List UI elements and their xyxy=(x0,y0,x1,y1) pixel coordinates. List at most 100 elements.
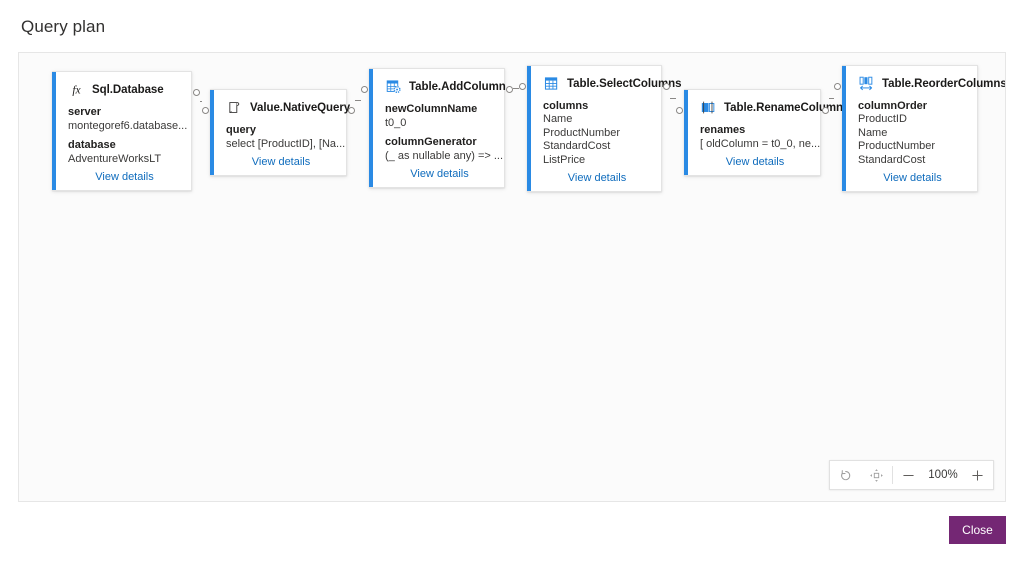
query-document-icon xyxy=(229,102,240,113)
dialog-footer: Close xyxy=(0,506,1024,563)
plan-node-table-reordercolumns[interactable]: Table.ReorderColumns columnOrder ProductID… xyxy=(842,65,1005,192)
parameter-value: (_ as nullable any) => ... xyxy=(385,150,504,162)
node-title: Table.AddColumn xyxy=(409,80,506,93)
node-accent-bar xyxy=(527,66,531,191)
parameter-list-item: ProductNumber xyxy=(543,126,621,139)
node-input-port[interactable] xyxy=(361,85,368,93)
parameter-list-item: ProductNumber xyxy=(858,140,936,152)
parameter-value: select [ProductID], [Na... xyxy=(226,138,346,150)
zoom-out-button[interactable] xyxy=(893,461,924,489)
plus-icon xyxy=(972,469,983,481)
view-details-link[interactable]: View details xyxy=(543,172,651,184)
parameter-list-item: ListPrice xyxy=(543,153,586,166)
node-title: Value.NativeQuery xyxy=(250,101,351,114)
parameter-name: columnGenerator xyxy=(385,136,477,148)
node-accent-bar xyxy=(52,72,56,190)
parameter-name: database xyxy=(68,139,116,151)
node-input-port[interactable] xyxy=(834,82,841,90)
node-header: fx Sql.Database xyxy=(68,81,181,98)
fit-to-screen-button[interactable] xyxy=(861,461,892,489)
parameter-name: renames xyxy=(700,124,746,136)
node-parameter: columnGenerator (_ as nullable any) => ..… xyxy=(385,135,504,163)
node-title: Table.ReorderColumns xyxy=(882,77,1006,90)
node-body: Value.NativeQuery query select [ProductID]… xyxy=(210,90,350,175)
reset-view-button[interactable] xyxy=(830,461,861,489)
node-header: Table.AddColumn xyxy=(385,78,506,95)
node-title: Table.RenameColumns xyxy=(724,101,850,114)
node-parameter: newColumnName t0_0 xyxy=(385,102,494,130)
table-rename-columns-icon xyxy=(701,101,715,114)
parameter-name: newColumnName xyxy=(385,103,478,115)
node-parameter: renames [ oldColumn = t0_0, ne... xyxy=(700,123,821,151)
fx-icon: fx xyxy=(72,84,80,96)
parameter-name: query xyxy=(226,124,256,136)
view-details-link[interactable]: View details xyxy=(700,156,810,168)
parameter-name: server xyxy=(68,106,102,118)
reset-arrow-icon xyxy=(841,469,851,480)
plan-node-table-selectcolumns[interactable]: Table.SelectColumns columns Name ProductNum… xyxy=(527,65,682,192)
table-reorder-columns-icon xyxy=(859,76,873,91)
plan-edge xyxy=(355,100,361,101)
node-parameter: server montegoref6.database... xyxy=(68,105,188,133)
parameter-value: AdventureWorksLT xyxy=(68,153,162,165)
page-title: Query plan xyxy=(21,17,106,36)
plan-edge xyxy=(513,88,519,89)
zoom-in-button[interactable] xyxy=(962,461,993,489)
minus-icon xyxy=(903,474,914,476)
zoom-level-label: 100% xyxy=(928,469,958,481)
plan-node-value-nativequery[interactable]: Value.NativeQuery query select [ProductID]… xyxy=(210,89,350,176)
parameter-value: [ oldColumn = t0_0, ne... xyxy=(700,138,821,150)
node-body: Table.ReorderColumns columnOrder ProductID… xyxy=(842,66,1005,191)
zoom-toolbar-view-group xyxy=(830,461,892,489)
parameter-list-item: Name xyxy=(543,113,573,125)
node-body: Table.SelectColumns columns Name ProductNum… xyxy=(527,66,682,191)
plan-edge xyxy=(670,98,676,99)
node-body: Table.RenameColumns renames [ oldColumn = … xyxy=(684,90,849,175)
node-output-port[interactable] xyxy=(663,82,670,90)
node-output-port[interactable] xyxy=(822,106,829,114)
view-details-link[interactable]: View details xyxy=(68,171,181,183)
parameter-list-item: StandardCost xyxy=(543,140,611,152)
zoom-toolbar: 100% xyxy=(829,460,994,490)
svg-text:fx: fx xyxy=(72,84,80,96)
node-output-port[interactable] xyxy=(193,88,200,96)
node-body: fx Sql.Database server montegoref6.database… xyxy=(52,72,191,190)
plan-node-table-addcolumn[interactable]: Table.AddColumn newColumnName t0_0 columnGe… xyxy=(369,68,506,188)
plan-node-sql-database[interactable]: fx Sql.Database server montegoref6.database… xyxy=(52,71,192,191)
node-input-port[interactable] xyxy=(676,106,683,114)
node-output-port[interactable] xyxy=(348,106,355,114)
parameter-list-item: Name xyxy=(858,126,888,139)
parameter-value: t0_0 xyxy=(385,117,407,129)
parameter-list-item: StandardCost xyxy=(858,153,926,166)
view-details-link[interactable]: View details xyxy=(226,156,336,168)
node-parameter-list: columnOrder ProductID Name ProductNumber Sta… xyxy=(858,99,967,167)
node-header: Value.NativeQuery xyxy=(226,99,350,116)
fit-to-screen-icon xyxy=(870,468,883,482)
view-details-link[interactable]: View details xyxy=(858,172,967,184)
table-grid-icon xyxy=(544,77,558,90)
table-add-column-icon xyxy=(386,80,401,94)
parameter-value: montegoref6.database... xyxy=(68,120,188,132)
node-parameter: database AdventureWorksLT xyxy=(68,138,181,166)
node-accent-bar xyxy=(210,90,214,175)
plan-edge xyxy=(200,101,202,102)
node-accent-bar xyxy=(369,69,373,187)
query-plan-canvas[interactable]: fx Sql.Database server montegoref6.database… xyxy=(18,52,1006,502)
node-input-port[interactable] xyxy=(202,106,209,114)
view-details-link[interactable]: View details xyxy=(385,168,494,180)
plan-edge xyxy=(829,98,834,99)
node-parameter-list: columns Name ProductNumber StandardCost List… xyxy=(543,99,651,167)
node-header: Table.ReorderColumns xyxy=(858,75,1005,92)
node-body: Table.AddColumn newColumnName t0_0 columnGe… xyxy=(369,69,506,187)
node-title: Sql.Database xyxy=(92,83,164,96)
node-input-port[interactable] xyxy=(519,82,526,90)
close-button[interactable]: Close xyxy=(949,516,1006,544)
node-header: Table.SelectColumns xyxy=(543,75,682,92)
node-accent-bar xyxy=(842,66,846,191)
node-accent-bar xyxy=(684,90,688,175)
plan-node-table-renamecolumns[interactable]: Table.RenameColumns renames [ oldColumn = … xyxy=(684,89,849,176)
parameter-name: columns xyxy=(543,100,589,112)
parameter-name: columnOrder xyxy=(858,100,928,112)
node-output-port[interactable] xyxy=(506,85,513,93)
node-parameter: query select [ProductID], [Na... xyxy=(226,123,346,151)
